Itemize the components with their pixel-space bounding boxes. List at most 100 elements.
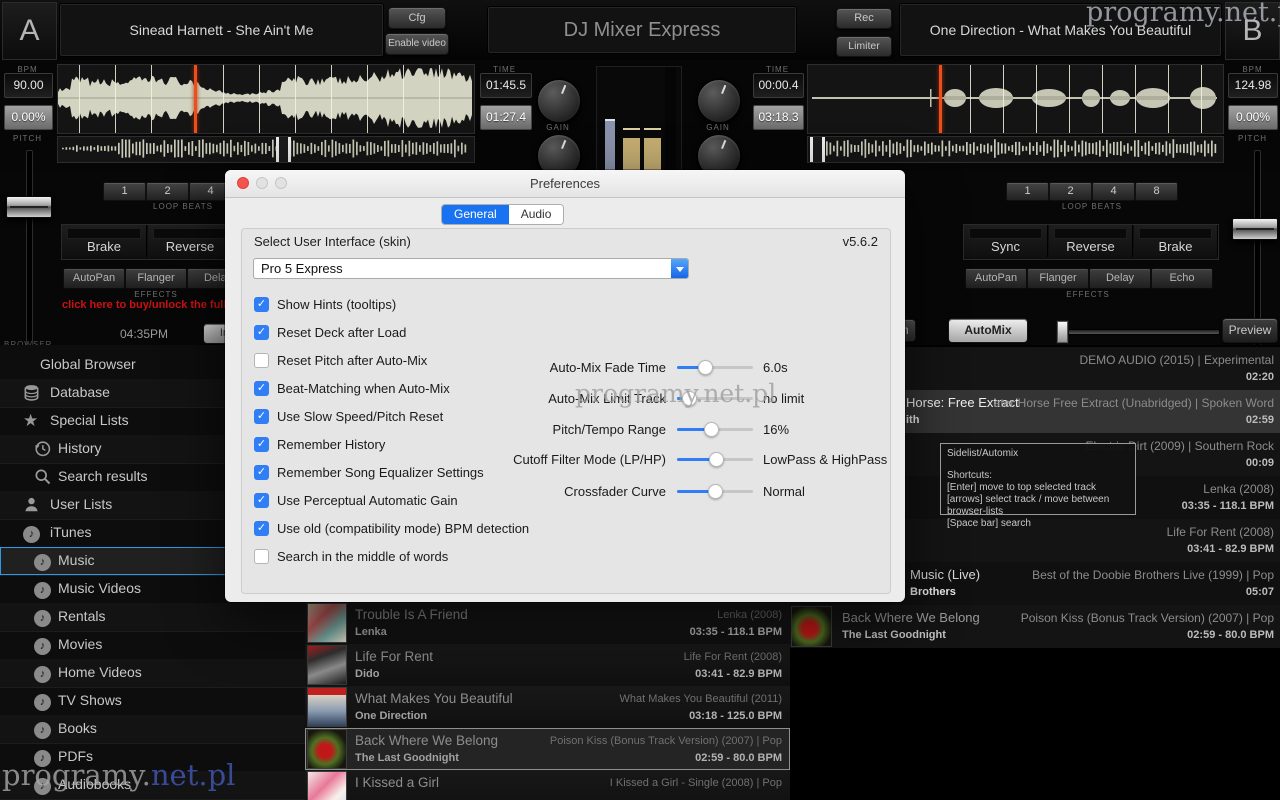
deck-b-fx-flanger-button[interactable]: Flanger [1027, 268, 1089, 289]
slider-knob[interactable] [698, 360, 713, 375]
track-artist: Lenka [355, 626, 387, 638]
slider-knob[interactable] [708, 484, 723, 499]
deck-a-overview-strip[interactable] [57, 136, 475, 163]
slider-track[interactable] [677, 428, 753, 431]
deck-a-reverse-button[interactable]: Reverse [148, 225, 233, 257]
cfg-button[interactable]: Cfg [388, 7, 446, 29]
slider-track[interactable] [677, 490, 753, 493]
deck-b-fx-delay-button[interactable]: Delay [1089, 268, 1151, 289]
checkbox-checked-icon[interactable]: ✓ [254, 437, 269, 452]
dialog-title: Preferences [225, 176, 905, 191]
itunes-icon: ♪ [34, 636, 52, 654]
automix-button[interactable]: AutoMix [948, 318, 1028, 343]
deck-b-loop-8-button[interactable]: 8 [1135, 182, 1178, 201]
deck-b-pitch-fader-handle[interactable] [1232, 218, 1278, 240]
track-time-bpm: 05:07 [1246, 586, 1274, 598]
itunes-icon: ♪ [34, 720, 52, 738]
rec-button[interactable]: Rec [836, 8, 892, 29]
sidebar-item-movies[interactable]: ♪Movies [0, 631, 305, 660]
slider-track[interactable] [677, 458, 753, 461]
preferences-panel: Select User Interface (skin) v5.6.2 Pro … [241, 228, 891, 594]
chevron-down-icon[interactable] [671, 259, 688, 278]
app-title: DJ Mixer Express [487, 6, 797, 54]
slider-knob[interactable] [704, 422, 719, 437]
checkbox-unchecked-icon[interactable] [254, 549, 269, 564]
automix-volume-handle[interactable] [1056, 320, 1069, 344]
dj-mixer-app: A Sinead Harnett - She Ain't Me Cfg Enab… [0, 0, 1280, 800]
deck-b-reverse-button[interactable]: Reverse [1049, 225, 1133, 257]
deck-b-brake-button[interactable]: Brake [1134, 225, 1218, 257]
checkbox-label: Remember History [277, 437, 385, 452]
preview-button[interactable]: Preview [1222, 318, 1278, 343]
tab-audio[interactable]: Audio [509, 205, 564, 224]
deck-b-fx-autopan-button[interactable]: AutoPan [965, 268, 1027, 289]
deck-b-effects-label: EFFECTS [965, 290, 1211, 299]
checkbox-checked-icon[interactable]: ✓ [254, 297, 269, 312]
watermark-bottom: programy.net.pl [2, 758, 235, 792]
sidelist-row-7[interactable]: Back Where We BelongPoison Kiss (Bonus T… [790, 605, 1280, 649]
playlist-row-life-for-rent[interactable]: Life For RentLife For Rent (2008)Dido03:… [305, 644, 790, 687]
automix-volume-track[interactable] [1058, 329, 1220, 335]
deck-a-fx-autopan-button[interactable]: AutoPan [63, 268, 125, 289]
dialog-titlebar[interactable]: Preferences [225, 170, 905, 198]
deck-a-waveform[interactable] [57, 64, 475, 134]
overview-position-marker[interactable] [276, 137, 291, 162]
deck-a-loop-2-button[interactable]: 2 [146, 182, 189, 201]
itunes-icon: ♪ [34, 608, 52, 626]
track-title: Life For Rent [355, 649, 433, 664]
track-time-bpm: 03:35 - 118.1 BPM [690, 626, 782, 638]
track-album: I Kissed a Girl - Single (2008) | Pop [610, 777, 782, 789]
playlist-row-i-kissed-a-girl[interactable]: I Kissed a GirlI Kissed a Girl - Single … [305, 770, 790, 800]
deck-a-loop-1-button[interactable]: 1 [103, 182, 146, 201]
deck-b-loop-1-button[interactable]: 1 [1006, 182, 1049, 201]
itunes-icon: ♪ [23, 524, 41, 542]
preferences-tabs: GeneralAudio [441, 204, 564, 225]
skin-select[interactable]: Pro 5 Express [253, 258, 689, 279]
checkbox-label: Use old (compatibility mode) BPM detecti… [277, 521, 529, 536]
deck-b-pitch-value: 0.00% [1228, 105, 1278, 130]
deck-b-overview-strip[interactable] [807, 136, 1224, 163]
slider-label: Auto-Mix Fade Time [550, 360, 666, 375]
deck-b-fx-echo-button[interactable]: Echo [1151, 268, 1213, 289]
playlist-row-what-makes-you-beautiful[interactable]: What Makes You BeautifulWhat Makes You B… [305, 686, 790, 729]
playlist-row-back-where-we-belong[interactable]: Back Where We BelongPoison Kiss (Bonus T… [305, 728, 790, 771]
deck-a-effects-label: EFFECTS [63, 290, 249, 299]
sidebar-item-tv-shows[interactable]: ♪TV Shows [0, 687, 305, 716]
deck-a-pitch-fader-handle[interactable] [6, 196, 52, 218]
tab-general[interactable]: General [442, 205, 509, 224]
slider-track[interactable] [677, 366, 753, 369]
deck-b-loop-4-button[interactable]: 4 [1092, 182, 1135, 201]
sidebar-item-books[interactable]: ♪Books [0, 715, 305, 744]
star-icon: ★ [23, 412, 41, 430]
sidebar-item-rentals[interactable]: ♪Rentals [0, 603, 305, 632]
beat-grid-line [970, 65, 971, 133]
tooltip-shortcut-line: [Enter] move to top selected track [947, 482, 1129, 494]
track-time-bpm: 02:20 [1246, 371, 1274, 383]
itunes-icon: ♪ [34, 664, 52, 682]
deck-a-gain-label: GAIN [537, 123, 579, 132]
slider-value: 6.0s [763, 360, 788, 375]
waveform-row: BPM 90.00 0.00% PITCH TIME 01:45.5 01:27… [0, 60, 1280, 170]
deck-a-gain-knob[interactable] [537, 79, 581, 123]
deck-a-fx-flanger-button[interactable]: Flanger [125, 268, 187, 289]
deck-a-pitch-value: 0.00% [4, 105, 53, 130]
deck-b-loop-2-button[interactable]: 2 [1049, 182, 1092, 201]
deck-a-bpm-value: 90.00 [4, 73, 53, 98]
deck-b-waveform[interactable] [807, 64, 1224, 134]
overview-position-marker[interactable] [810, 137, 825, 162]
checkbox-checked-icon[interactable]: ✓ [254, 521, 269, 536]
deck-b-gain-knob[interactable] [697, 79, 741, 123]
history-icon [34, 440, 52, 458]
deck-a-brake-button[interactable]: Brake [62, 225, 147, 257]
checkbox-checked-icon[interactable]: ✓ [254, 325, 269, 340]
tooltip-shortcut-line: [arrows] select track / move between bro… [947, 494, 1129, 518]
enable-video-button[interactable]: Enable video [385, 33, 449, 55]
sidebar-item-home-videos[interactable]: ♪Home Videos [0, 659, 305, 688]
deck-b-sync-button[interactable]: Sync [964, 225, 1048, 257]
beat-grid-line [403, 65, 404, 133]
album-art [307, 645, 347, 685]
buy-unlock-link[interactable]: click here to buy/unlock the full [62, 299, 226, 311]
slider-knob[interactable] [709, 452, 724, 467]
playlist-row-trouble-is-a-friend[interactable]: Trouble Is A FriendLenka (2008)Lenka03:3… [305, 602, 790, 645]
limiter-button[interactable]: Limiter [836, 36, 892, 57]
